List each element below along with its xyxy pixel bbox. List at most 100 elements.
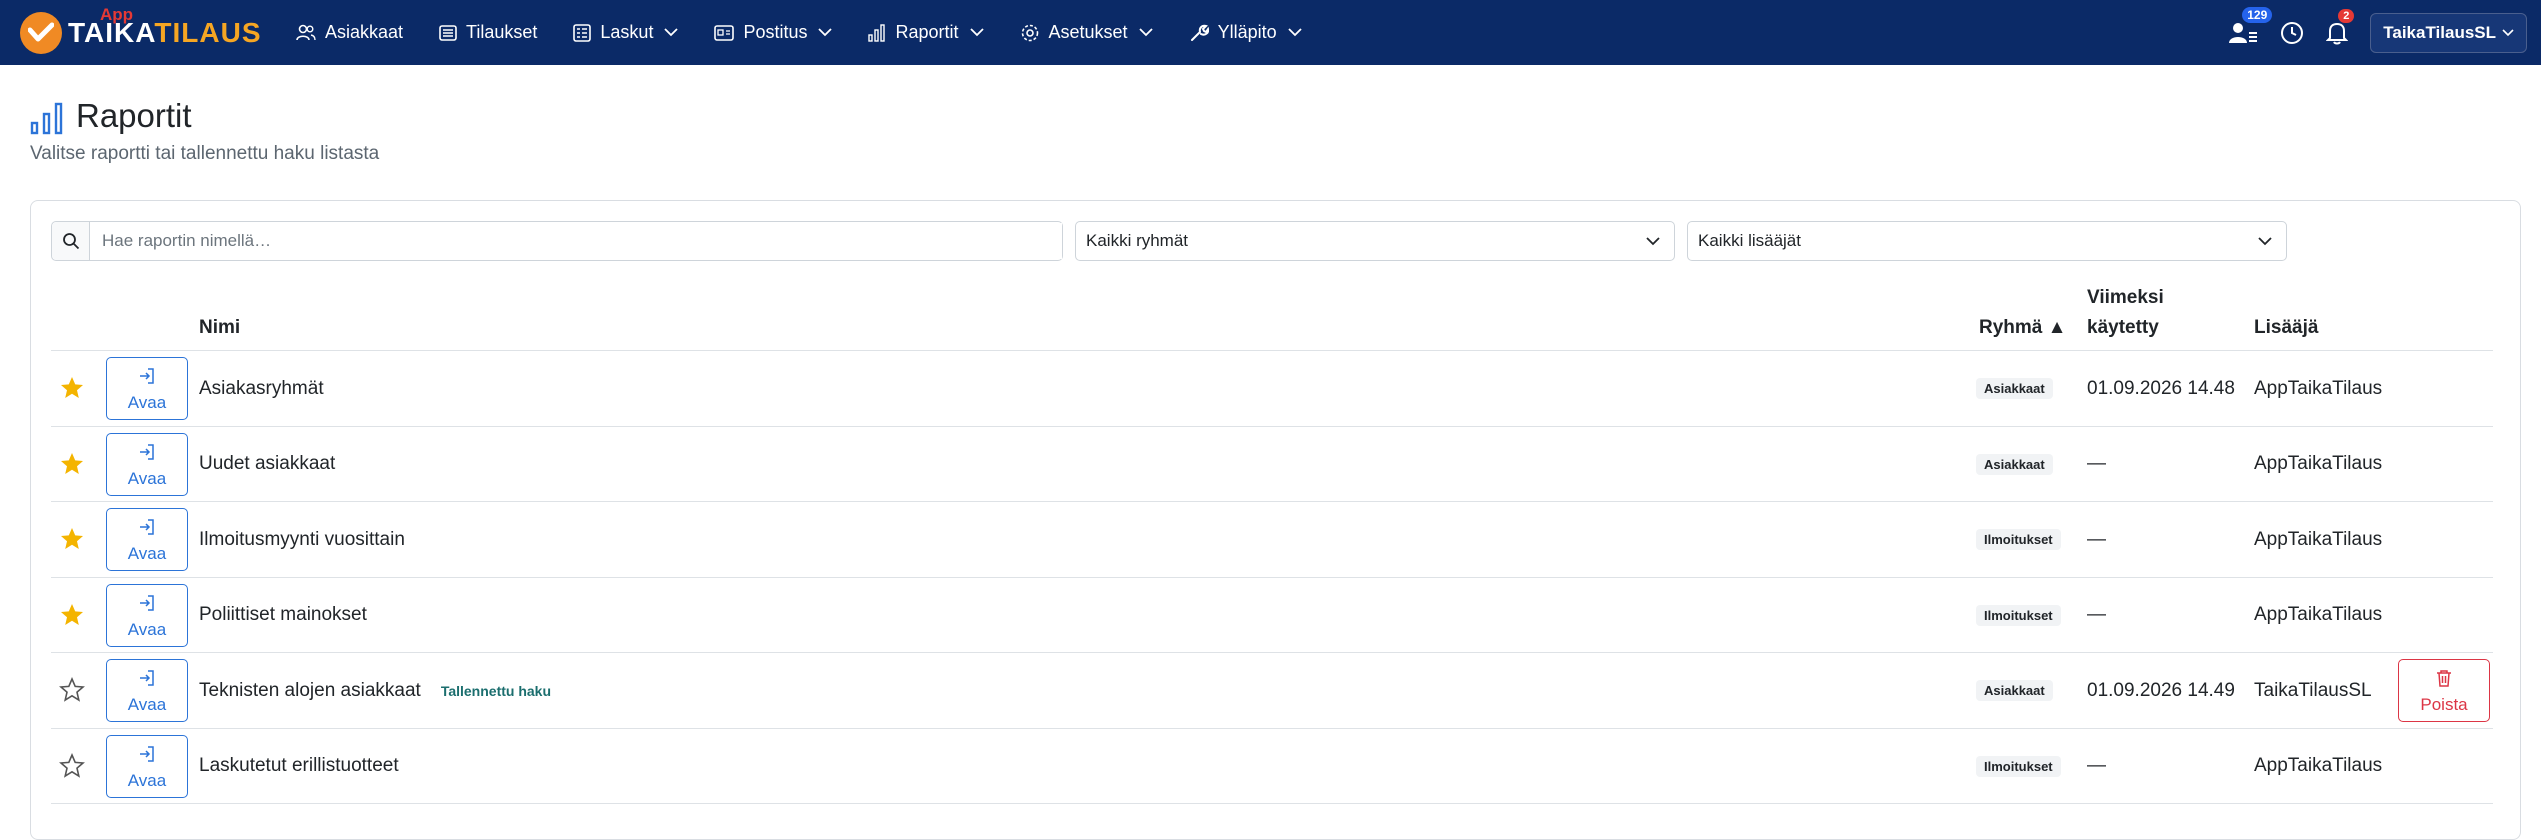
open-report-button[interactable]: Avaa <box>106 357 188 420</box>
last-used-cell: 01.09.2026 14.49 <box>2087 679 2235 701</box>
open-button-label: Avaa <box>127 619 167 639</box>
table-row: Avaa Poliittiset mainokset Ilmoitukset — App… <box>51 578 2493 653</box>
nav-asiakkaat[interactable]: Asiakkaat <box>296 0 403 65</box>
last-used-cell: — <box>2087 528 2106 550</box>
nav-postitus[interactable]: Postitus <box>714 0 833 65</box>
nav-yllapito[interactable]: Ylläpito <box>1189 0 1302 65</box>
adder-cell: AppTaikaTilaus <box>2254 755 2383 776</box>
last-used-cell: — <box>2087 604 2106 625</box>
open-report-button[interactable]: Avaa <box>106 734 188 798</box>
table-header: Nimi Ryhmä ▲ Viimeksi käytetty Lisääjä <box>51 281 2493 351</box>
group-badge: Ilmoitukset <box>1976 529 2061 550</box>
adder-cell: AppTaikaTilaus <box>2254 604 2383 625</box>
brand-wordmark: App TAIKATILAUS <box>68 5 262 49</box>
adder-cell: AppTaikaTilaus <box>2254 528 2383 550</box>
table-row: Avaa Teknisten alojen asiakkaat Tallennett… <box>51 653 2493 729</box>
star-outline-icon[interactable] <box>59 752 85 784</box>
search-input[interactable] <box>90 223 1062 259</box>
open-report-button[interactable]: Avaa <box>106 583 188 647</box>
open-button-label: Avaa <box>127 544 167 563</box>
group-badge: Asiakkaat <box>1976 680 2053 701</box>
nav-asiakkaat-label: Asiakkaat <box>325 22 404 42</box>
column-header-adder[interactable]: Lisääjä <box>2254 313 2318 343</box>
report-name-cell: Asiakasryhmät <box>199 351 324 426</box>
last-used-cell: 01.09.2026 14.48 <box>2087 377 2235 399</box>
delete-button[interactable]: Poista <box>2398 659 2490 722</box>
nav-tilaukset[interactable]: Tilaukset <box>439 0 537 65</box>
user-menu-button[interactable]: TaikaTilausSL <box>2370 12 2527 53</box>
star-filled-icon[interactable] <box>59 375 85 406</box>
chevron-down-icon <box>1138 28 1153 37</box>
navbar-right: 129 2 TaikaTilausSL <box>2228 0 2527 65</box>
nav-laskut[interactable]: Laskut <box>573 0 679 65</box>
star-filled-icon[interactable] <box>59 526 85 557</box>
report-name[interactable]: Teknisten alojen asiakkaat <box>199 680 421 702</box>
open-report-button[interactable]: Avaa <box>106 659 188 722</box>
users-online-button[interactable]: 129 <box>2228 6 2273 45</box>
nav-yllapito-label: Ylläpito <box>1217 22 1277 42</box>
report-name[interactable]: Uudet asiakkaat <box>199 453 335 475</box>
open-icon <box>138 518 156 541</box>
search-group <box>51 221 1063 261</box>
adder-select[interactable]: Kaikki lisääjät <box>1687 221 2287 261</box>
saved-search-tag: Tallennettu haku <box>440 682 552 699</box>
open-icon <box>138 443 156 466</box>
open-button-label: Avaa <box>127 393 167 412</box>
star-filled-icon[interactable] <box>59 602 85 633</box>
column-header-last-used-line1[interactable]: Viimeksi <box>2087 283 2164 313</box>
chevron-down-icon <box>1646 236 1660 245</box>
chevron-down-icon <box>2502 28 2514 36</box>
notifications-button[interactable]: 2 <box>2326 8 2355 45</box>
column-header-last-used-line2[interactable]: käytetty <box>2087 313 2159 343</box>
table-row: Avaa Laskutetut erillistuotteet Ilmoitukse… <box>51 729 2493 804</box>
nav-asetukset-label: Asetukset <box>1048 22 1128 42</box>
mail-icon <box>714 24 735 41</box>
table-row: Avaa Asiakasryhmät Asiakkaat 01.09.2026 14.… <box>51 351 2493 427</box>
brand-app-text: App <box>100 4 134 24</box>
open-icon <box>138 745 156 768</box>
nav-tilaukset-label: Tilaukset <box>466 22 538 42</box>
filters-bar: Kaikki ryhmät Kaikki lisääjät <box>51 221 2287 261</box>
report-name[interactable]: Poliittiset mainokset <box>199 604 367 626</box>
open-button-label: Avaa <box>127 468 167 488</box>
brand-tilaus-text: TILAUS <box>154 16 262 48</box>
open-report-button[interactable]: Avaa <box>106 508 188 571</box>
report-name[interactable]: Ilmoitusmyynti vuosittain <box>199 529 405 551</box>
open-button-label: Avaa <box>127 770 167 790</box>
adder-cell: TaikaTilausSL <box>2254 679 2372 701</box>
open-report-button[interactable]: Avaa <box>106 432 188 496</box>
report-name-cell: Ilmoitusmyynti vuosittain <box>199 502 405 577</box>
column-header-group[interactable]: Ryhmä ▲ <box>1979 313 2066 343</box>
chevron-down-icon <box>664 28 679 37</box>
list-icon <box>439 24 457 41</box>
open-icon <box>138 594 156 617</box>
report-name[interactable]: Asiakasryhmät <box>199 378 324 400</box>
main-nav: Asiakkaat Tilaukset Laskut Postitus Rapo… <box>296 0 1338 65</box>
group-badge: Asiakkaat <box>1976 453 2053 475</box>
page-subtitle: Valitse raportti tai tallennettu haku li… <box>30 143 380 164</box>
brand-logo[interactable]: App TAIKATILAUS <box>20 5 262 55</box>
users-count-badge: 129 <box>2242 6 2273 23</box>
nav-raportit[interactable]: Raportit <box>868 0 984 65</box>
column-header-name[interactable]: Nimi <box>199 313 240 343</box>
chart-icon <box>30 102 63 135</box>
table-row: Avaa Uudet asiakkaat Asiakkaat — AppTaikaTil… <box>51 427 2493 502</box>
star-outline-icon[interactable] <box>59 676 85 708</box>
invoice-icon <box>573 23 592 42</box>
group-select[interactable]: Kaikki ryhmät <box>1075 221 1675 261</box>
report-name-cell: Uudet asiakkaat <box>199 427 335 502</box>
report-name[interactable]: Laskutetut erillistuotteet <box>199 755 399 777</box>
reports-table: Nimi Ryhmä ▲ Viimeksi käytetty Lisääjä A… <box>51 281 2493 804</box>
page-title: Raportit <box>76 97 192 134</box>
open-icon <box>138 669 156 692</box>
user-list-icon <box>2229 22 2258 43</box>
history-button[interactable] <box>2280 21 2304 45</box>
chevron-down-icon <box>1287 28 1302 37</box>
adder-cell: AppTaikaTilaus <box>2254 453 2383 474</box>
group-badge: Ilmoitukset <box>1976 755 2061 777</box>
nav-laskut-label: Laskut <box>600 22 654 42</box>
nav-asetukset[interactable]: Asetukset <box>1020 0 1153 65</box>
brand-mark-icon <box>20 11 62 54</box>
gear-icon <box>1021 24 1038 41</box>
star-filled-icon[interactable] <box>59 451 85 482</box>
